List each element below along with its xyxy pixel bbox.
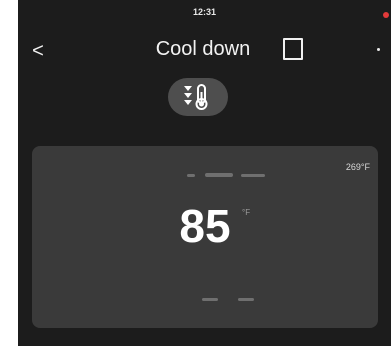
back-button[interactable]: < [26,40,50,64]
probe-temperature: 269°F [345,162,370,172]
cool-down-thermometer-icon [184,84,208,110]
more-options-icon[interactable] [377,48,380,51]
status-indicator-dot [383,12,389,18]
oven-screen: 12:31 < Cool down 269°F 85 °F [18,0,391,346]
temperature-card[interactable]: 269°F 85 °F [32,146,378,328]
temperature-unit: °F [242,208,251,217]
temperature-up-indicator [187,170,272,180]
status-time: 12:31 [192,7,217,17]
cool-down-mode-button[interactable] [168,78,228,116]
temperature-value: 85 [179,200,231,252]
door-icon[interactable] [283,38,303,60]
temperature-down-indicator [202,296,262,302]
